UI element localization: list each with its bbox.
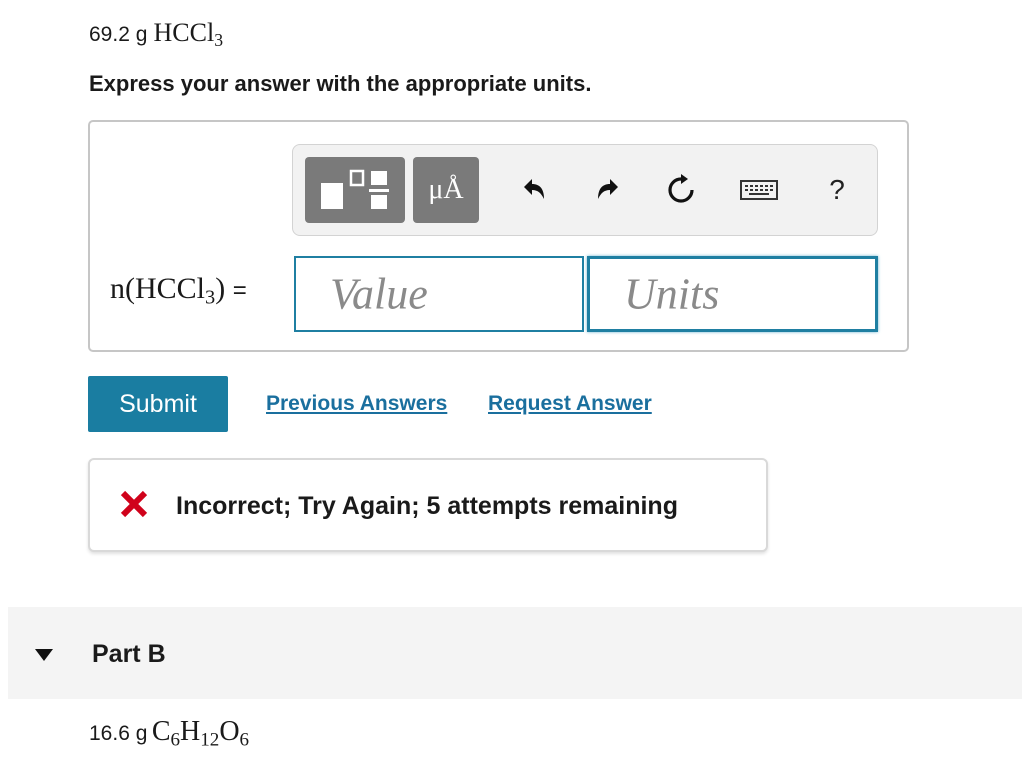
instruction-text: Express your answer with the appropriate…: [89, 71, 592, 96]
question-amount: 69.2 g: [89, 23, 148, 46]
part-b-amount: 16.6 g: [89, 722, 148, 745]
undo-button[interactable]: [511, 165, 555, 215]
help-button[interactable]: ?: [815, 165, 859, 215]
units-button[interactable]: μÅ: [413, 157, 479, 223]
value-placeholder: Value: [330, 269, 428, 319]
feedback-message: Incorrect; Try Again; 5 attempts remaini…: [176, 492, 678, 520]
templates-button[interactable]: [305, 157, 405, 223]
reset-icon: [668, 174, 694, 203]
redo-button[interactable]: [587, 165, 631, 215]
part-b-question: 16.6 g C6H12O6: [89, 716, 250, 751]
caret-down-icon[interactable]: [34, 648, 54, 667]
units-icon: μÅ: [428, 174, 464, 205]
reset-button[interactable]: [659, 165, 703, 215]
question-mass-line: 69.2 g HCCl3: [89, 18, 224, 50]
submit-button[interactable]: Submit: [88, 376, 228, 432]
undo-icon: [524, 179, 544, 199]
redo-icon: [598, 179, 618, 199]
answer-variable-label: n(HCCl3) =: [110, 272, 247, 309]
keyboard-button[interactable]: [734, 165, 784, 215]
units-placeholder: Units: [624, 269, 720, 319]
previous-answers-link[interactable]: Previous Answers: [266, 392, 447, 416]
units-input[interactable]: Units: [587, 256, 878, 332]
keyboard-icon: [740, 180, 778, 200]
value-input[interactable]: Value: [294, 256, 584, 332]
help-icon: ?: [829, 174, 845, 205]
part-b-formula: C6H12O6: [151, 716, 250, 751]
request-answer-link[interactable]: Request Answer: [488, 392, 652, 416]
math-toolbar: μÅ ?: [292, 144, 878, 236]
part-b-label: Part B: [92, 640, 166, 668]
question-formula: HCCl3: [153, 18, 224, 50]
templates-icon: [321, 169, 389, 209]
incorrect-x-icon: [118, 488, 150, 525]
